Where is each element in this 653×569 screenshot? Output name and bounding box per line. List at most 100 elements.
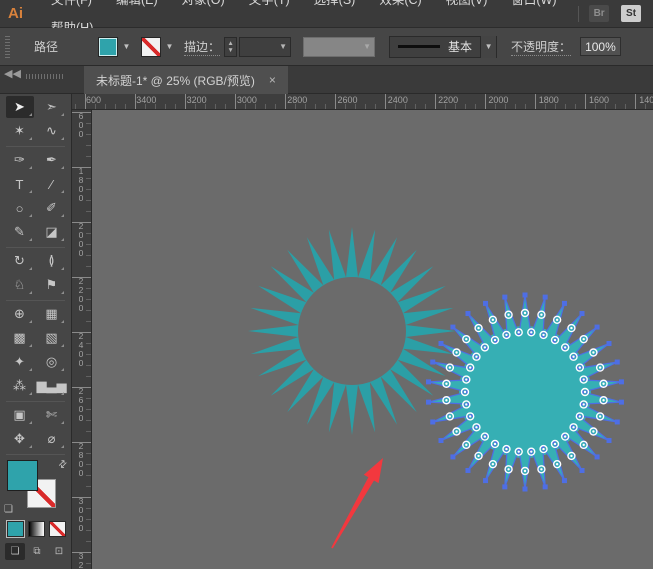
gradient-button[interactable]	[28, 521, 45, 537]
stroke-weight-combo[interactable]: ▼	[239, 36, 292, 57]
corner-widget-dot[interactable]	[491, 318, 495, 322]
corner-widget-dot[interactable]	[542, 333, 545, 337]
corner-widget-dot[interactable]	[583, 390, 587, 394]
corner-widget-dot[interactable]	[448, 366, 452, 369]
anchor-point-square[interactable]	[614, 359, 620, 365]
corner-widget-dot[interactable]	[578, 415, 582, 418]
stroke-weight-stepper[interactable]: ▲ ▼	[224, 36, 238, 57]
anchor-point-square[interactable]	[426, 399, 432, 405]
combo-chevron-icon[interactable]: ▼	[279, 42, 287, 51]
corner-widget-dot[interactable]	[540, 468, 543, 471]
anchor-point-square[interactable]	[465, 467, 471, 473]
swap-fill-stroke-icon[interactable]: ⇄	[56, 458, 70, 472]
corner-widget-dot[interactable]	[483, 435, 487, 438]
menu-item-3[interactable]: 文字(T)	[237, 0, 302, 7]
menu-item-6[interactable]: 视图(V)	[434, 0, 500, 7]
corner-widget-dot[interactable]	[542, 447, 545, 451]
corner-widget-dot[interactable]	[572, 426, 575, 429]
color-button[interactable]	[7, 521, 24, 537]
lasso-tool[interactable]: ∿	[38, 120, 66, 142]
corner-widget-dot[interactable]	[598, 415, 602, 418]
paintbrush-tool[interactable]: ✐	[38, 197, 66, 219]
stepper-up-icon[interactable]: ▲	[227, 40, 233, 47]
corner-widget-dot[interactable]	[523, 311, 527, 315]
anchor-point-square[interactable]	[522, 486, 528, 492]
vertical-ruler[interactable]: 6001800200022002400260028003000320034	[72, 110, 92, 569]
corner-widget-dot[interactable]	[582, 443, 585, 447]
rotate-tool[interactable]: ↻	[6, 250, 34, 272]
anchor-point-square[interactable]	[465, 311, 471, 317]
anchor-point-square[interactable]	[579, 311, 585, 317]
corner-widget-dot[interactable]	[563, 435, 567, 438]
zoom-tool[interactable]: ⌀	[38, 428, 66, 450]
anchor-point-square[interactable]	[606, 341, 612, 346]
corner-widget-dot[interactable]	[448, 415, 452, 418]
anchor-point-square[interactable]	[542, 294, 548, 300]
tool-panel-grip[interactable]	[26, 74, 64, 79]
corner-widget-dot[interactable]	[592, 351, 595, 354]
fill-indicator-swatch[interactable]	[7, 460, 38, 491]
corner-widget-dot[interactable]	[468, 366, 472, 369]
corner-widget-dot[interactable]	[555, 462, 559, 466]
anchor-point-square[interactable]	[502, 484, 508, 490]
slice-tool[interactable]: ✄	[38, 404, 66, 426]
anchor-point-square[interactable]	[426, 379, 432, 385]
artboard-tool[interactable]: ▣	[6, 404, 34, 426]
zigzag-star-hollow-center[interactable]	[298, 277, 406, 385]
corner-widget-dot[interactable]	[578, 366, 582, 369]
corner-widget-dot[interactable]	[468, 415, 472, 418]
corner-widget-dot[interactable]	[530, 331, 533, 334]
corner-widget-dot[interactable]	[493, 442, 497, 446]
corner-widget-dot[interactable]	[507, 468, 510, 471]
anchor-point-square[interactable]	[618, 379, 624, 385]
anchor-point-square[interactable]	[542, 484, 548, 490]
corner-widget-dot[interactable]	[455, 351, 458, 354]
corner-widget-dot[interactable]	[592, 430, 595, 433]
collapse-panel-icon[interactable]: ◀◀	[4, 67, 21, 80]
anchor-point-square[interactable]	[614, 419, 620, 425]
stock-button[interactable]: St	[621, 5, 641, 22]
anchor-point-square[interactable]	[438, 438, 444, 443]
ellipse-tool[interactable]: ○	[6, 197, 34, 219]
menu-item-5[interactable]: 效果(C)	[367, 0, 433, 7]
anchor-point-square[interactable]	[606, 438, 612, 443]
anchor-point-square[interactable]	[561, 478, 567, 484]
corner-widget-dot[interactable]	[553, 442, 557, 446]
menu-item-1[interactable]: 编辑(E)	[104, 0, 170, 7]
anchor-point-square[interactable]	[594, 324, 600, 330]
bridge-button[interactable]: Br	[589, 5, 610, 22]
corner-widget-dot[interactable]	[598, 366, 602, 369]
anchor-point-square[interactable]	[483, 300, 489, 306]
fill-chevron-icon[interactable]: ▼	[120, 37, 133, 57]
stepper-down-icon[interactable]: ▼	[227, 47, 233, 54]
opacity-label[interactable]: 不透明度：	[511, 38, 572, 56]
artboard-canvas[interactable]	[92, 110, 653, 569]
corner-widget-dot[interactable]	[530, 450, 533, 453]
hand-tool[interactable]: ✥	[6, 428, 34, 450]
pencil-tool[interactable]: ✎	[6, 221, 34, 243]
corner-widget-dot[interactable]	[463, 390, 467, 394]
corner-widget-dot[interactable]	[465, 443, 468, 447]
anchor-point-square[interactable]	[502, 294, 508, 300]
puppet-warp-tool[interactable]: ♘	[6, 274, 34, 296]
horizontal-ruler[interactable]: 600 3400 3200 3000 2800 2600 2400 2200 2000 1800 1…	[72, 94, 653, 110]
mesh-tool[interactable]: ▩	[6, 327, 34, 349]
anchor-point-square[interactable]	[561, 300, 567, 306]
stroke-weight-label[interactable]: 描边：	[184, 38, 221, 56]
none-button[interactable]	[49, 521, 66, 537]
anchor-point-square[interactable]	[594, 454, 600, 460]
corner-widget-dot[interactable]	[477, 326, 480, 330]
drawing-mode-button-2[interactable]: ⊡	[49, 543, 69, 560]
corner-widget-dot[interactable]	[505, 333, 508, 337]
corner-widget-dot[interactable]	[563, 346, 567, 349]
brush-definition-combo[interactable]: 基本 ▼	[389, 35, 498, 58]
eraser-tool[interactable]: ◪	[38, 221, 66, 243]
line-segment-tool[interactable]: ∕	[38, 173, 66, 195]
corner-widget-dot[interactable]	[507, 313, 510, 316]
corner-widget-dot[interactable]	[517, 450, 520, 453]
anchor-point-square[interactable]	[483, 478, 489, 484]
selection-tool[interactable]: ➤	[5, 96, 34, 118]
corner-widget-dot[interactable]	[475, 355, 478, 358]
corner-widget-dot[interactable]	[455, 430, 458, 433]
corner-widget-dot[interactable]	[540, 313, 543, 316]
